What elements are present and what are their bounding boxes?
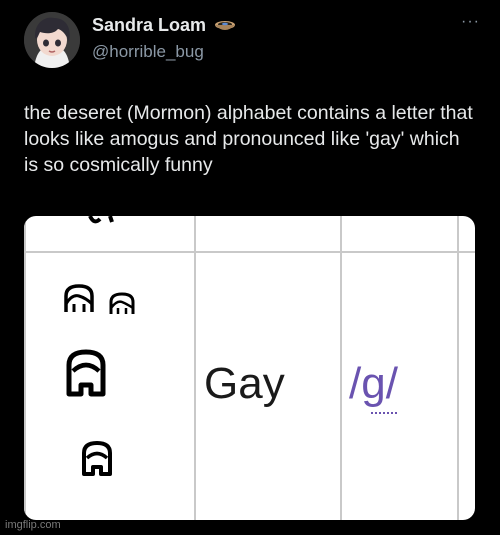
letter-name: Gay: [204, 359, 285, 408]
tweet-text: the deseret (Mormon) alphabet contains a…: [24, 102, 473, 176]
deseret-letter-glyph-large: [64, 284, 94, 312]
table-divider-horizontal: [24, 251, 475, 253]
user-handle[interactable]: @horrible_bug: [92, 42, 204, 62]
amogus-glyph-large: [66, 349, 106, 397]
amogus-glyph-small: [82, 441, 112, 476]
bowl-emoji-icon: [215, 20, 236, 30]
avatar-illustration: [24, 12, 80, 68]
deseret-letter-glyph-small: [109, 292, 135, 314]
tweet: Sandra Loam @horrible_bug ··· the desere…: [0, 0, 500, 535]
name-row: Sandra Loam: [92, 15, 236, 36]
table-divider-col-1: [194, 216, 196, 520]
cropped-glyph-fragment: [88, 216, 114, 224]
avatar[interactable]: [24, 12, 80, 68]
display-name[interactable]: Sandra Loam: [92, 15, 206, 36]
table-border-left: [24, 216, 26, 520]
ipa-pronunciation: /g/: [349, 359, 398, 408]
watermark: imgflip.com: [5, 519, 61, 531]
table-divider-col-2: [340, 216, 342, 520]
ipa-dotted-underline: [371, 412, 397, 416]
tweet-image[interactable]: Gay /g/: [24, 216, 475, 520]
more-options-icon[interactable]: ···: [461, 14, 480, 30]
table-border-right: [457, 216, 459, 520]
